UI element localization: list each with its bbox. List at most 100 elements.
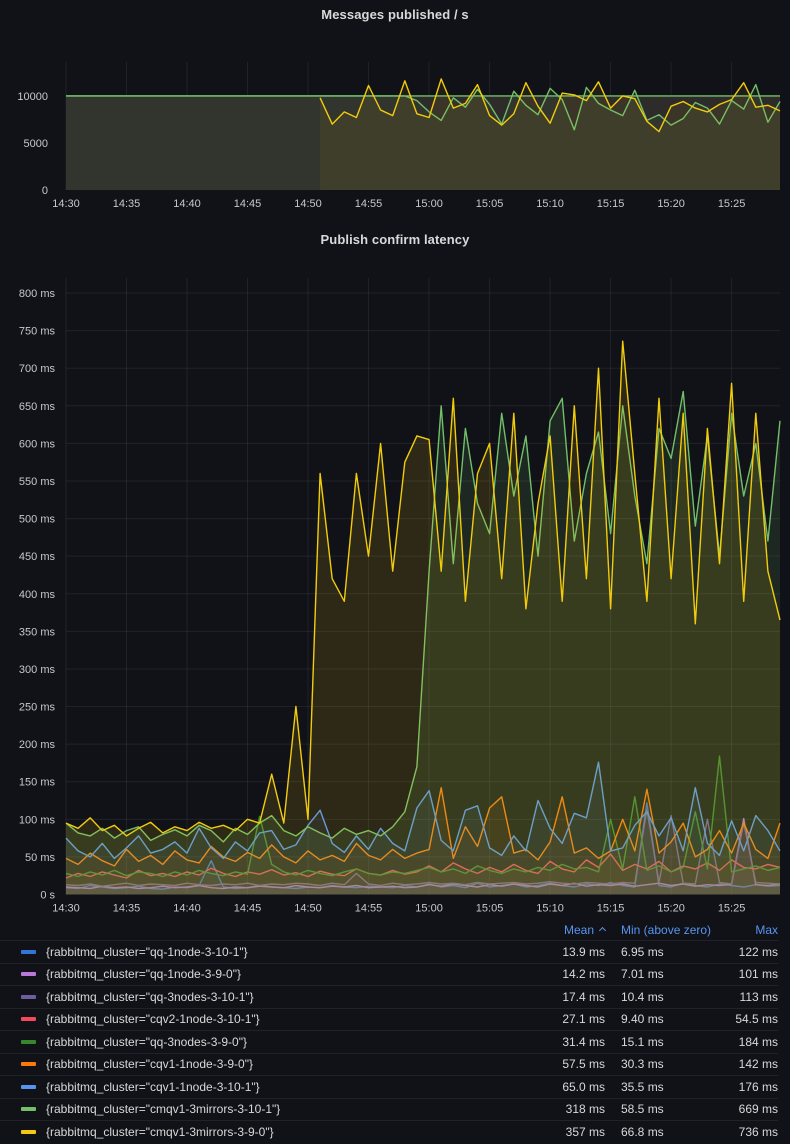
mean-value: 17.4 ms bbox=[513, 990, 605, 1004]
y-tick-label: 450 ms bbox=[19, 551, 56, 563]
y-tick-label: 5000 bbox=[24, 138, 48, 150]
mean-value: 357 ms bbox=[513, 1125, 605, 1139]
x-tick-label: 14:35 bbox=[113, 198, 141, 210]
series-label[interactable]: {rabbitmq_cluster="qq-1node-3-10-1"} bbox=[46, 945, 513, 959]
series-color-swatch bbox=[21, 972, 36, 976]
series-color-swatch bbox=[21, 1085, 36, 1089]
legend-header-mean[interactable]: Mean bbox=[513, 923, 605, 937]
min-value: 66.8 ms bbox=[605, 1125, 733, 1139]
y-tick-label: 550 ms bbox=[19, 476, 56, 488]
series-label[interactable]: {rabbitmq_cluster="qq-3nodes-3-10-1"} bbox=[46, 990, 513, 1004]
mean-value: 27.1 ms bbox=[513, 1012, 605, 1026]
min-value: 9.40 ms bbox=[605, 1012, 733, 1026]
y-tick-label: 150 ms bbox=[19, 777, 56, 789]
x-tick-label: 14:30 bbox=[52, 198, 80, 210]
series-color-swatch bbox=[21, 1130, 36, 1134]
x-tick-label: 14:45 bbox=[234, 903, 262, 915]
series-label[interactable]: {rabbitmq_cluster="cmqv1-3mirrors-3-10-1… bbox=[46, 1102, 513, 1116]
series-label[interactable]: {rabbitmq_cluster="cqv1-1node-3-9-0"} bbox=[46, 1057, 513, 1071]
legend-header: Mean Min (above zero) Max bbox=[0, 920, 778, 940]
max-value: 113 ms bbox=[733, 990, 778, 1004]
legend-rows: {rabbitmq_cluster="qq-1node-3-10-1"}13.9… bbox=[0, 940, 778, 1143]
min-value: 10.4 ms bbox=[605, 990, 733, 1004]
legend-row[interactable]: {rabbitmq_cluster="qq-1node-3-9-0"}14.2 … bbox=[0, 963, 778, 986]
min-value: 6.95 ms bbox=[605, 945, 733, 959]
x-tick-label: 15:05 bbox=[476, 198, 504, 210]
max-value: 176 ms bbox=[733, 1080, 778, 1094]
legend-header-min[interactable]: Min (above zero) bbox=[605, 923, 733, 937]
y-tick-label: 10000 bbox=[17, 91, 48, 103]
y-tick-label: 650 ms bbox=[19, 401, 56, 413]
panel-messages-published: Messages published / s 14:3014:3514:4014… bbox=[0, 0, 790, 228]
series-color-swatch bbox=[21, 995, 36, 999]
series-color-swatch bbox=[21, 1017, 36, 1021]
x-tick-label: 15:20 bbox=[657, 903, 685, 915]
legend-row[interactable]: {rabbitmq_cluster="cqv1-1node-3-9-0"}57.… bbox=[0, 1053, 778, 1076]
x-tick-label: 15:00 bbox=[415, 198, 443, 210]
x-tick-label: 14:40 bbox=[173, 198, 201, 210]
x-tick-label: 15:10 bbox=[536, 903, 564, 915]
x-tick-label: 14:55 bbox=[355, 198, 383, 210]
y-tick-label: 100 ms bbox=[19, 814, 56, 826]
y-tick-label: 350 ms bbox=[19, 626, 56, 638]
y-tick-label: 800 ms bbox=[19, 288, 56, 300]
y-tick-label: 600 ms bbox=[19, 438, 56, 450]
series-color-swatch bbox=[21, 1062, 36, 1066]
legend-row[interactable]: {rabbitmq_cluster="cqv1-1node-3-10-1"}65… bbox=[0, 1075, 778, 1098]
min-value: 30.3 ms bbox=[605, 1057, 733, 1071]
series-color-swatch bbox=[21, 1040, 36, 1044]
x-tick-label: 15:15 bbox=[597, 198, 625, 210]
legend-row[interactable]: {rabbitmq_cluster="cmqv1-3mirrors-3-9-0"… bbox=[0, 1120, 778, 1143]
legend-row[interactable]: {rabbitmq_cluster="qq-3nodes-3-9-0"}31.4… bbox=[0, 1030, 778, 1053]
max-value: 142 ms bbox=[733, 1057, 778, 1071]
mean-value: 14.2 ms bbox=[513, 967, 605, 981]
legend-table: Mean Min (above zero) Max {rabbitmq_clus… bbox=[0, 920, 790, 1143]
y-tick-label: 200 ms bbox=[19, 739, 56, 751]
panel-publish-confirm-latency: Publish confirm latency 14:3014:3514:401… bbox=[0, 228, 790, 1143]
legend-row[interactable]: {rabbitmq_cluster="cqv2-1node-3-10-1"}27… bbox=[0, 1008, 778, 1031]
series-label[interactable]: {rabbitmq_cluster="qq-3nodes-3-9-0"} bbox=[46, 1035, 513, 1049]
x-tick-label: 14:30 bbox=[52, 903, 80, 915]
mean-value: 57.5 ms bbox=[513, 1057, 605, 1071]
panel-title-messages[interactable]: Messages published / s bbox=[0, 0, 790, 28]
x-tick-label: 14:45 bbox=[234, 198, 262, 210]
y-tick-label: 700 ms bbox=[19, 363, 56, 375]
y-tick-label: 400 ms bbox=[19, 589, 56, 601]
min-value: 35.5 ms bbox=[605, 1080, 733, 1094]
min-value: 15.1 ms bbox=[605, 1035, 733, 1049]
x-tick-label: 14:50 bbox=[294, 198, 322, 210]
max-value: 122 ms bbox=[733, 945, 778, 959]
x-tick-label: 15:10 bbox=[536, 198, 564, 210]
legend-header-max[interactable]: Max bbox=[733, 923, 790, 937]
y-tick-label: 0 bbox=[42, 185, 48, 197]
x-tick-label: 15:15 bbox=[597, 903, 625, 915]
series-label[interactable]: {rabbitmq_cluster="qq-1node-3-9-0"} bbox=[46, 967, 513, 981]
x-tick-label: 14:50 bbox=[294, 903, 322, 915]
x-tick-label: 15:00 bbox=[415, 903, 443, 915]
x-tick-label: 14:35 bbox=[113, 903, 141, 915]
y-tick-label: 500 ms bbox=[19, 514, 56, 526]
y-tick-label: 300 ms bbox=[19, 664, 56, 676]
legend-row[interactable]: {rabbitmq_cluster="cmqv1-3mirrors-3-10-1… bbox=[0, 1098, 778, 1121]
series-label[interactable]: {rabbitmq_cluster="cmqv1-3mirrors-3-9-0"… bbox=[46, 1125, 513, 1139]
x-tick-label: 15:05 bbox=[476, 903, 504, 915]
max-value: 101 ms bbox=[733, 967, 778, 981]
y-tick-label: 50 ms bbox=[25, 852, 55, 864]
legend-row[interactable]: {rabbitmq_cluster="qq-1node-3-10-1"}13.9… bbox=[0, 940, 778, 963]
messages-published-chart[interactable]: 14:30 14:35 14:40 14:45 14:50 14:55 15:00 15:05… bbox=[0, 28, 790, 228]
y-tick-label: 0 s bbox=[40, 890, 55, 902]
x-tick-label: 15:20 bbox=[657, 198, 685, 210]
latency-chart[interactable]: 14:3014:3514:4014:4514:5014:5515:0015:05… bbox=[0, 254, 790, 920]
min-value: 58.5 ms bbox=[605, 1102, 733, 1116]
panel-title-latency[interactable]: Publish confirm latency bbox=[0, 228, 790, 254]
x-tick-label: 14:55 bbox=[355, 903, 383, 915]
series-label[interactable]: {rabbitmq_cluster="cqv1-1node-3-10-1"} bbox=[46, 1080, 513, 1094]
mean-value: 65.0 ms bbox=[513, 1080, 605, 1094]
mean-value: 13.9 ms bbox=[513, 945, 605, 959]
max-value: 184 ms bbox=[733, 1035, 778, 1049]
legend-row[interactable]: {rabbitmq_cluster="qq-3nodes-3-10-1"}17.… bbox=[0, 985, 778, 1008]
x-tick-label: 15:25 bbox=[718, 903, 746, 915]
min-value: 7.01 ms bbox=[605, 967, 733, 981]
series-label[interactable]: {rabbitmq_cluster="cqv2-1node-3-10-1"} bbox=[46, 1012, 513, 1026]
mean-value: 318 ms bbox=[513, 1102, 605, 1116]
